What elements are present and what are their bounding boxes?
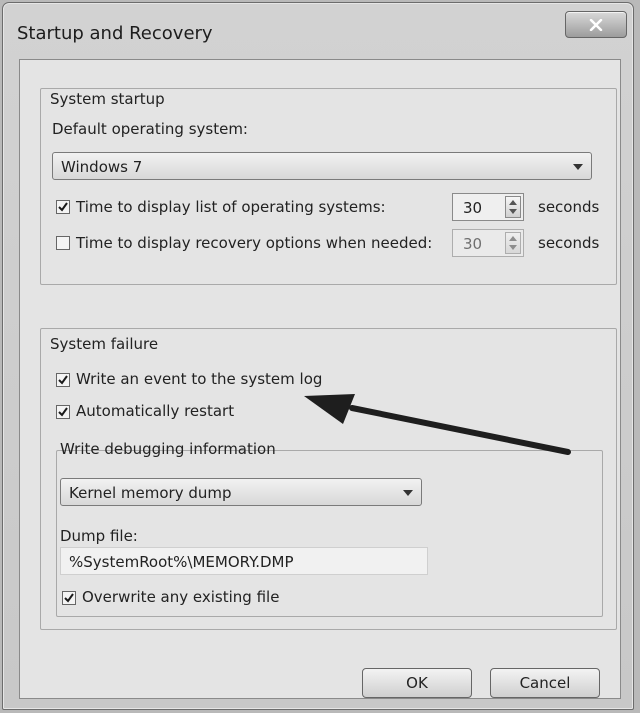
time-recovery-unit: seconds: [538, 234, 600, 252]
chevron-down-icon: [573, 164, 583, 170]
dump-file-label: Dump file:: [60, 527, 138, 545]
chevron-down-icon: [403, 490, 413, 496]
spin-down-icon[interactable]: [509, 209, 517, 214]
time-list-spinner[interactable]: 30: [452, 193, 524, 221]
time-recovery-label[interactable]: Time to display recovery options when ne…: [76, 234, 432, 252]
spinner-buttons[interactable]: [505, 232, 521, 254]
time-recovery-checkbox[interactable]: [56, 236, 70, 250]
time-recovery-spinner[interactable]: 30: [452, 229, 524, 257]
time-list-value: 30: [463, 199, 483, 217]
dialog-window: Startup and Recovery System startup Defa…: [2, 2, 634, 710]
spinner-buttons[interactable]: [505, 196, 521, 218]
dump-file-input[interactable]: %SystemRoot%\MEMORY.DMP: [60, 547, 428, 575]
default-os-value: Windows 7: [61, 158, 143, 176]
debug-info-label: Write debugging information: [60, 440, 276, 458]
system-failure-label: System failure: [50, 335, 159, 353]
time-list-label[interactable]: Time to display list of operating system…: [76, 198, 386, 216]
overwrite-checkbox[interactable]: [62, 591, 76, 605]
system-startup-label: System startup: [50, 90, 165, 108]
spin-up-icon[interactable]: [509, 236, 517, 241]
auto-restart-label[interactable]: Automatically restart: [76, 402, 234, 420]
time-list-checkbox[interactable]: [56, 200, 70, 214]
time-recovery-value: 30: [463, 235, 483, 253]
ok-button[interactable]: OK: [362, 668, 472, 698]
debug-info-value: Kernel memory dump: [69, 484, 232, 502]
title-bar[interactable]: Startup and Recovery: [3, 3, 633, 59]
dump-file-value: %SystemRoot%\MEMORY.DMP: [69, 553, 294, 571]
write-event-checkbox[interactable]: [56, 373, 70, 387]
cancel-button[interactable]: Cancel: [490, 668, 600, 698]
overwrite-label[interactable]: Overwrite any existing file: [82, 588, 279, 606]
system-startup-group: [40, 88, 617, 285]
time-list-unit: seconds: [538, 198, 600, 216]
spin-up-icon[interactable]: [509, 200, 517, 205]
close-icon: [589, 18, 603, 31]
debug-info-dropdown[interactable]: Kernel memory dump: [60, 478, 422, 506]
default-os-dropdown[interactable]: Windows 7: [52, 152, 592, 180]
dialog-content: System startup Default operating system:…: [19, 59, 621, 699]
window-title: Startup and Recovery: [17, 23, 213, 44]
default-os-label: Default operating system:: [52, 120, 248, 138]
auto-restart-checkbox[interactable]: [56, 405, 70, 419]
close-button[interactable]: [565, 11, 627, 38]
write-event-label[interactable]: Write an event to the system log: [76, 370, 322, 388]
spin-down-icon[interactable]: [509, 245, 517, 250]
